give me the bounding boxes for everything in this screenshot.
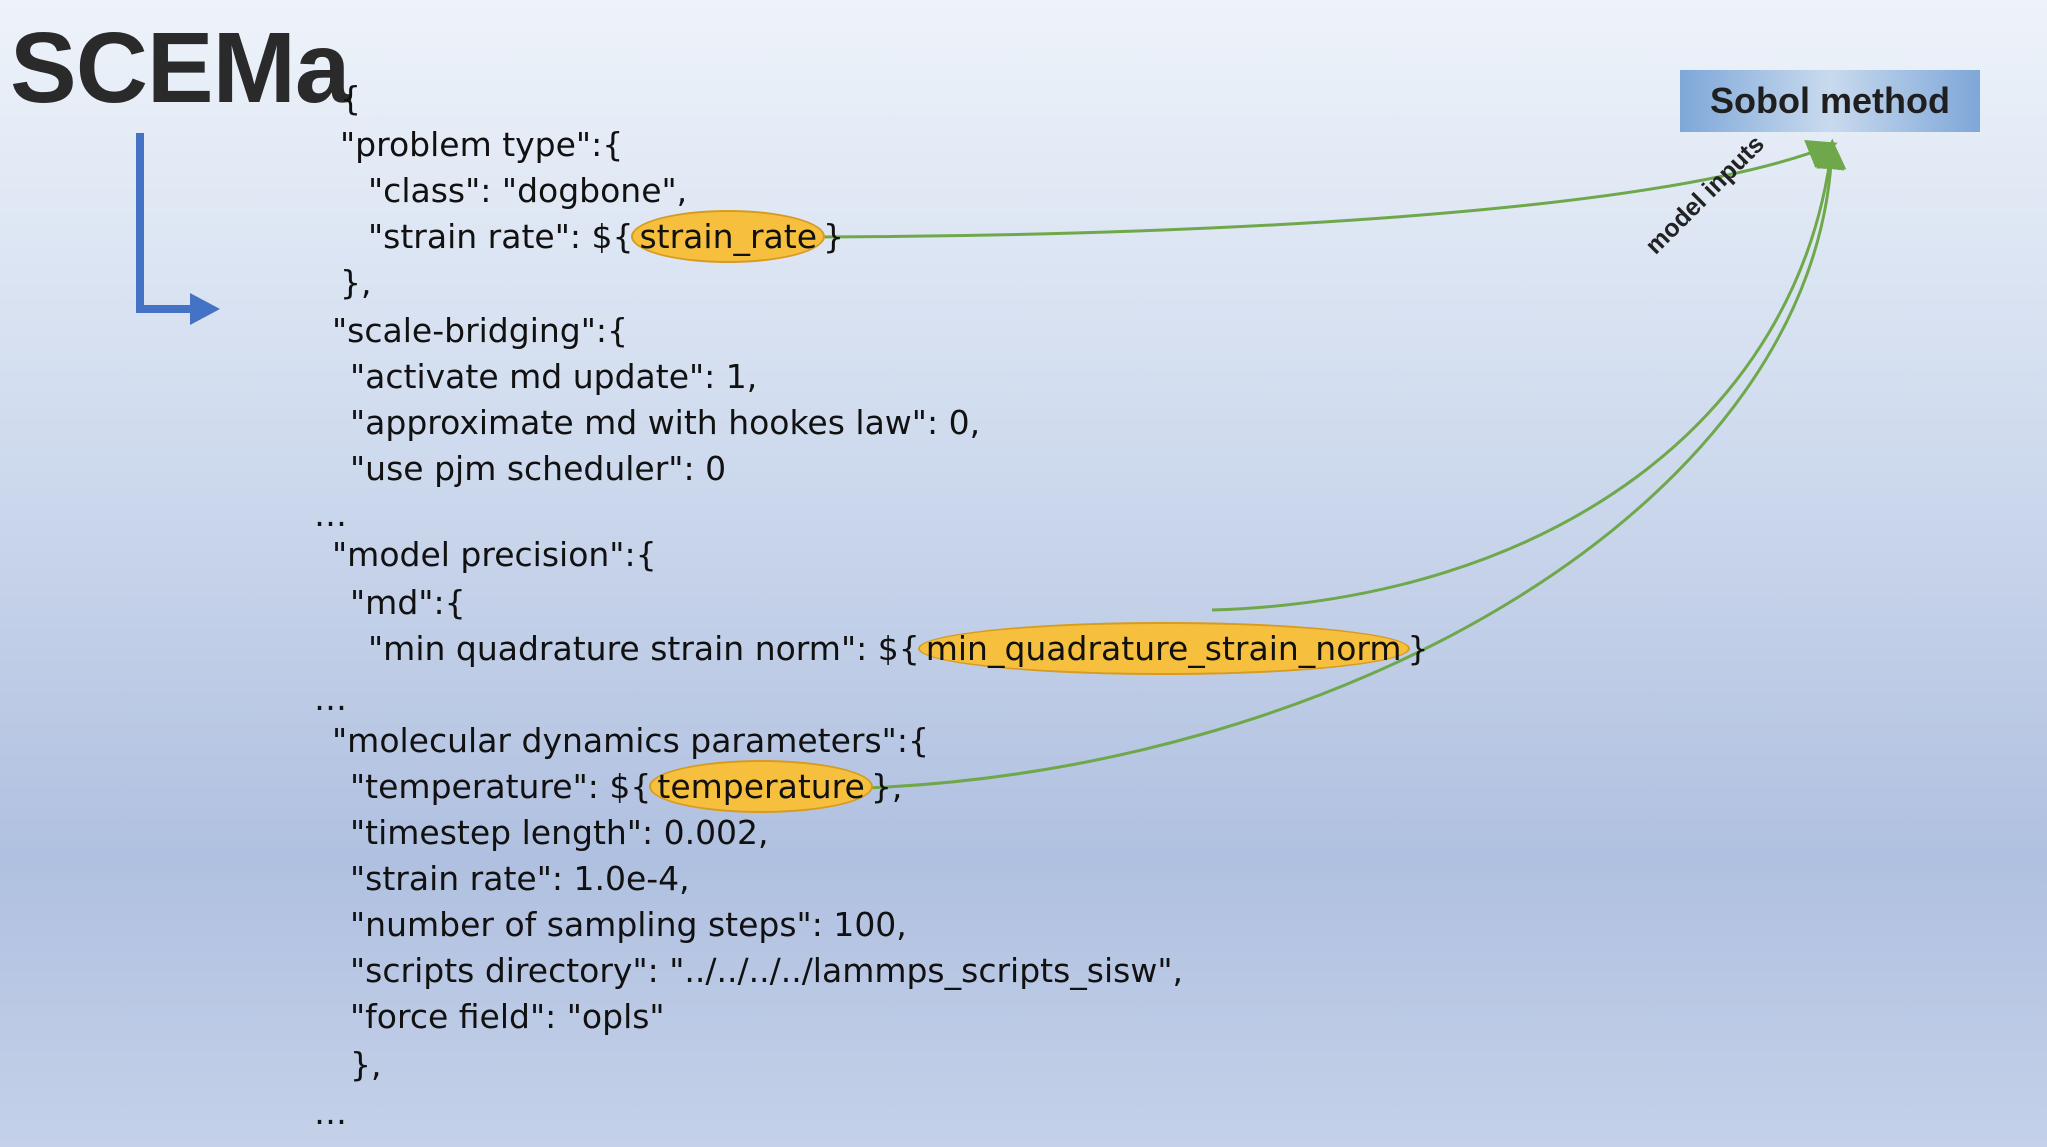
flow-arrowhead-icon — [190, 293, 220, 325]
arrow-min-quadrature — [1211, 139, 1845, 612]
code-line: "model precision":{ — [332, 535, 657, 574]
code-line: "class": "dogbone", — [368, 171, 688, 210]
code-line: "timestep length": 0.002, — [350, 813, 769, 852]
code-line: }, — [340, 263, 372, 302]
code-line: { — [340, 79, 361, 118]
code-line: "approximate md with hookes law": 0, — [350, 403, 981, 442]
code-line: "md":{ — [350, 583, 466, 622]
code-line: "force field": "opls" — [350, 997, 665, 1036]
code-line: "strain rate": ${strain_rate} — [368, 210, 844, 263]
code-line: "molecular dynamics parameters":{ — [332, 721, 929, 760]
ellipsis: … — [314, 679, 347, 718]
code-line: "problem type":{ — [340, 125, 624, 164]
min-quadrature-highlight: min_quadrature_strain_norm — [917, 622, 1410, 675]
strain-rate-highlight: strain_rate — [631, 210, 826, 263]
ellipsis: … — [314, 1093, 347, 1132]
temperature-highlight: temperature — [649, 760, 873, 813]
code-line: "strain rate": 1.0e-4, — [350, 859, 690, 898]
code-line: }, — [350, 1045, 382, 1084]
flow-arrow-icon — [136, 133, 205, 313]
code-line: "number of sampling steps": 100, — [350, 905, 907, 944]
sobol-method-box: Sobol method — [1680, 70, 1980, 132]
code-line: "activate md update": 1, — [350, 357, 758, 396]
ellipsis: … — [314, 495, 347, 534]
code-line: "min quadrature strain norm": ${min_quad… — [368, 622, 1429, 675]
code-line: "use pjm scheduler": 0 — [350, 449, 727, 488]
arrow-temperature — [831, 139, 1847, 791]
code-line: "scale-bridging":{ — [332, 311, 629, 350]
code-line: "scripts directory": "../../../../lammps… — [350, 951, 1183, 990]
code-line: "temperature": ${temperature}, — [350, 760, 902, 813]
